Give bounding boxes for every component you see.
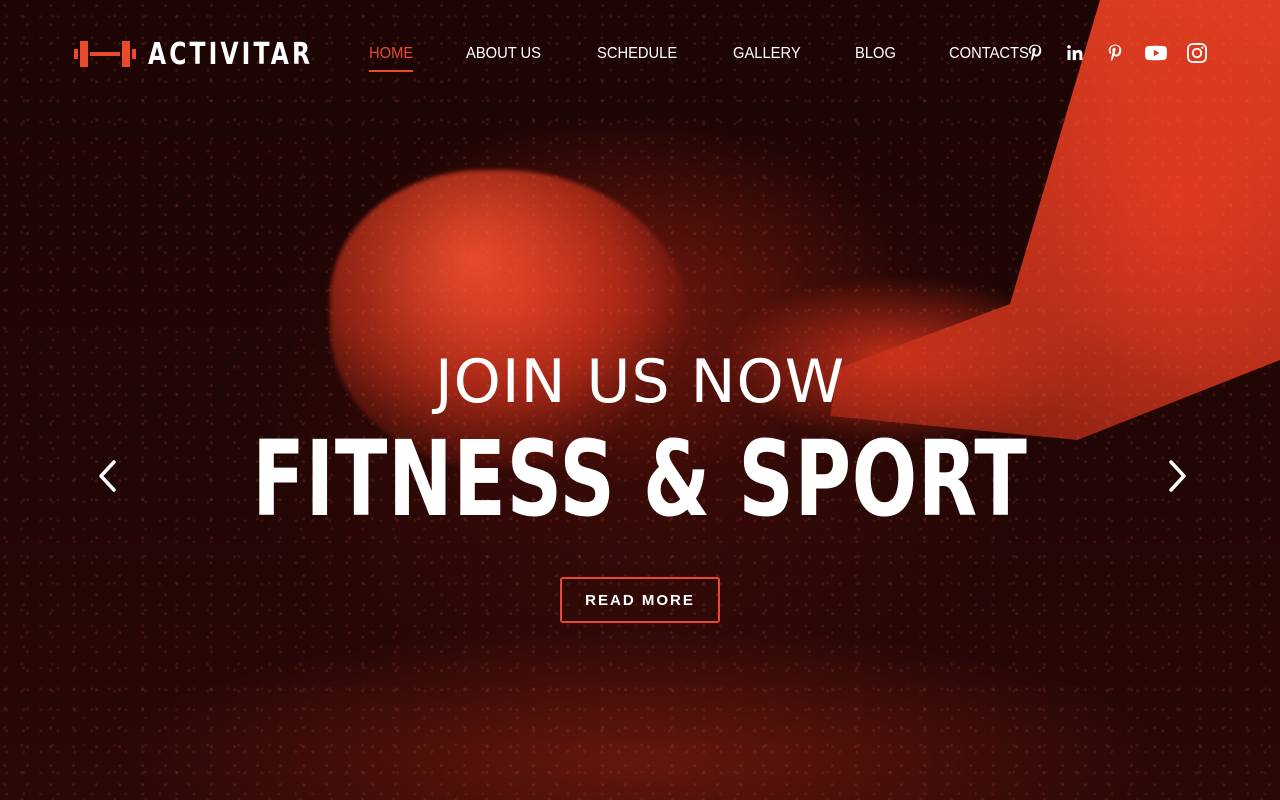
hero-title-text: FITNESS & SPORT: [252, 418, 1028, 540]
hero-slider: JOIN US NOW FITNESS & SPORT READ MORE: [0, 0, 1280, 800]
hero-subtitle: JOIN US NOW: [434, 347, 846, 417]
read-more-button[interactable]: READ MORE: [560, 577, 720, 623]
chevron-right-icon[interactable]: [1163, 458, 1193, 494]
hero-title: FITNESS & SPORT: [0, 420, 1280, 538]
